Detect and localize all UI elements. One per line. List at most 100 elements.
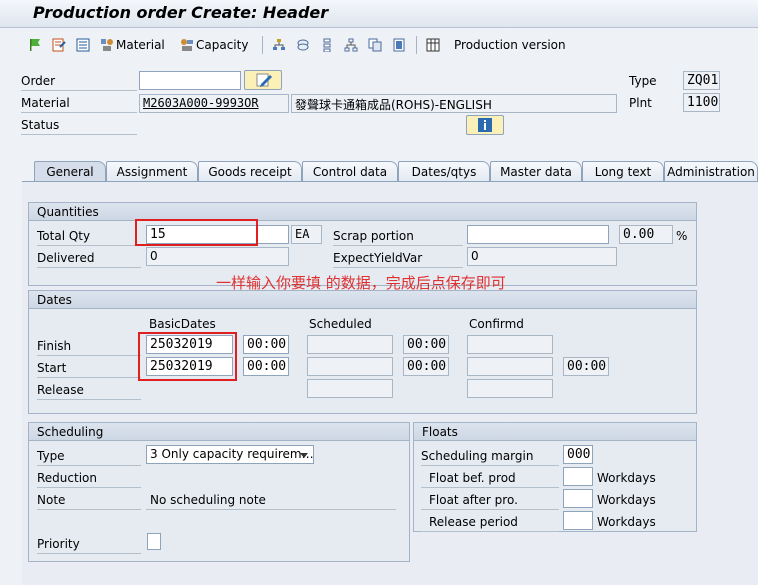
divider: [37, 509, 141, 510]
status-info-button[interactable]: [466, 115, 504, 135]
production-version-button[interactable]: Production version: [426, 36, 566, 54]
scrap-percent-field: 0.00: [619, 225, 673, 244]
toolbar-separator: [416, 36, 417, 54]
start-confirmed-time: 00:00: [563, 357, 609, 376]
float-after-label: Float after pro.: [429, 493, 518, 507]
finish-time-field[interactable]: 00:00: [243, 335, 289, 354]
reduction-label: Reduction: [37, 471, 97, 485]
capacity-button-label: Capacity: [196, 38, 249, 52]
divider: [37, 245, 141, 246]
scrap-portion-field[interactable]: [467, 225, 609, 244]
divider: [21, 112, 137, 113]
list-icon[interactable]: [76, 36, 92, 54]
capacity-button[interactable]: Capacity: [180, 36, 248, 54]
tab-dates-qtys[interactable]: Dates/qtys: [398, 161, 490, 182]
order-field[interactable]: [139, 71, 241, 90]
order-label: Order: [21, 74, 56, 88]
quantities-group-title: Quantities: [29, 203, 696, 221]
divider: [37, 487, 141, 488]
material-button[interactable]: Material: [100, 36, 165, 54]
plant-label: Plnt: [629, 96, 652, 110]
divider: [21, 134, 137, 135]
release-scheduled-date: [307, 379, 393, 398]
scheduling-margin-field[interactable]: 000: [563, 445, 593, 464]
note-label: Note: [37, 493, 66, 507]
release-confirmed-date: [467, 379, 553, 398]
start-scheduled-date: [307, 357, 393, 376]
chevron-down-icon: [300, 453, 308, 458]
tab-assignment[interactable]: Assignment: [106, 161, 198, 182]
material-button-label: Material: [116, 38, 165, 52]
release-label: Release: [37, 383, 84, 397]
divider: [421, 509, 559, 510]
application-toolbar: Material Capacity Production version: [0, 28, 758, 62]
production-version-label: Production version: [454, 38, 566, 52]
pencil-icon: [256, 73, 272, 87]
basic-dates-header: BasicDates: [149, 317, 216, 331]
hierarchy-icon[interactable]: [272, 36, 288, 54]
type-label: Type: [629, 74, 657, 88]
start-time-field[interactable]: 00:00: [243, 357, 289, 376]
scrap-portion-label: Scrap portion: [333, 229, 414, 243]
type-field: ZQ01: [683, 71, 720, 90]
scheduling-group-title: Scheduling: [29, 423, 409, 441]
float-before-field[interactable]: [563, 467, 593, 486]
flag-icon[interactable]: [28, 36, 44, 54]
table-icon: [426, 38, 440, 52]
divider: [333, 267, 463, 268]
scheduling-type-select[interactable]: 3 Only capacity requirem…: [146, 445, 314, 464]
status-label: Status: [21, 118, 60, 132]
divider: [421, 465, 559, 466]
material-field[interactable]: M2603A000-9993OR: [139, 94, 289, 113]
tab-master-data[interactable]: Master data: [490, 161, 582, 182]
material-label: Material: [21, 96, 70, 110]
stack-icon[interactable]: [296, 36, 312, 54]
divider: [333, 245, 463, 246]
plant-field: 1100: [683, 93, 720, 112]
network-icon[interactable]: [344, 36, 360, 54]
delivered-field: 0: [146, 247, 289, 266]
tab-administration[interactable]: Administration: [664, 161, 758, 182]
scheduling-margin-label: Scheduling margin: [421, 449, 534, 463]
scheduling-group: Scheduling: [28, 422, 410, 562]
divider: [21, 90, 137, 91]
finish-scheduled-time: 00:00: [403, 335, 449, 354]
priority-field[interactable]: [147, 533, 161, 550]
tab-control-data[interactable]: Control data: [302, 161, 398, 182]
page-title: Production order Create: Header: [33, 3, 329, 22]
start-scheduled-time: 00:00: [403, 357, 449, 376]
edit-order-button[interactable]: [244, 70, 282, 90]
start-confirmed-date: [467, 357, 553, 376]
floats-group-title: Floats: [414, 423, 696, 441]
start-label: Start: [37, 361, 67, 375]
note-value: No scheduling note: [150, 493, 266, 507]
expect-yield-label: ExpectYieldVar: [333, 251, 423, 265]
divider: [146, 509, 396, 510]
components-icon: [101, 39, 113, 51]
finish-scheduled-date: [307, 335, 393, 354]
capacity-icon: [181, 39, 193, 51]
sequence-icon[interactable]: [320, 36, 336, 54]
release-period-label: Release period: [429, 515, 518, 529]
scheduling-type-value: 3 Only capacity requirem…: [150, 447, 314, 461]
float-before-label: Float bef. prod: [429, 471, 516, 485]
float-after-field[interactable]: [563, 489, 593, 508]
toolbar-separator: [262, 36, 263, 54]
unit-field: EA: [291, 225, 322, 244]
float-after-unit: Workdays: [597, 493, 656, 507]
finish-confirmed-date: [467, 335, 553, 354]
total-qty-label: Total Qty: [37, 229, 91, 243]
tab-general[interactable]: General: [34, 161, 106, 182]
release-period-field[interactable]: [563, 511, 593, 530]
priority-label: Priority: [37, 537, 80, 551]
tab-long-text[interactable]: Long text: [582, 161, 664, 182]
highlight-total-qty: [135, 219, 258, 246]
copy-icon[interactable]: [368, 36, 384, 54]
change-document-icon[interactable]: [52, 36, 68, 54]
divider: [37, 377, 141, 378]
tab-goods-receipt[interactable]: Goods receipt: [198, 161, 302, 182]
release-period-unit: Workdays: [597, 515, 656, 529]
info-icon: [478, 118, 492, 132]
document-icon[interactable]: [392, 36, 408, 54]
material-description: 發聲球卡通箱成品(ROHS)-ENGLISH: [291, 94, 617, 113]
